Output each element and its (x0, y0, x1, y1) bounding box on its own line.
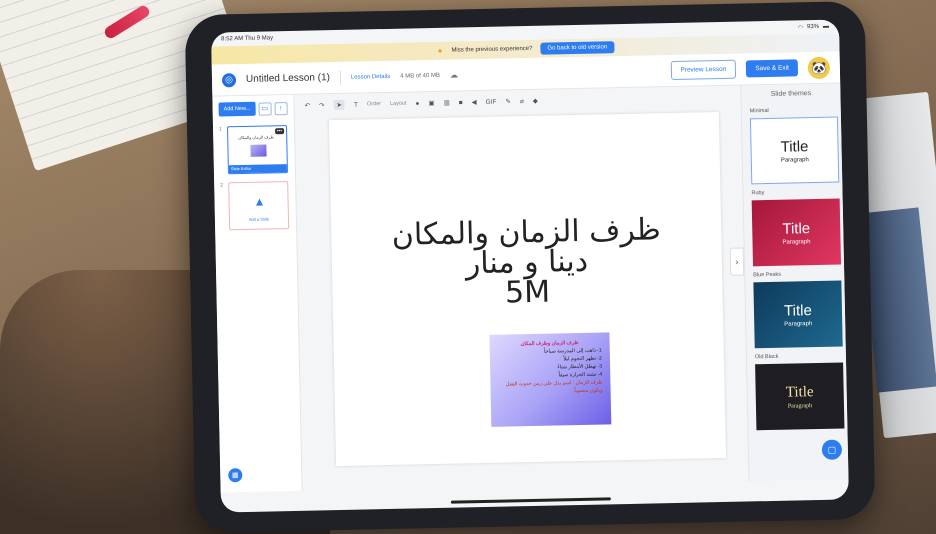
highlighter-icon[interactable]: ⌀ (520, 97, 524, 105)
theme-ruby[interactable]: Title Paragraph (751, 198, 842, 267)
slides-sidebar: Add New... ▭ ↑ 1 ظرف الزمان والمكان ••• … (212, 94, 303, 493)
save-exit-button[interactable]: Save & Exit (746, 59, 799, 78)
more-icon[interactable]: ••• (274, 128, 285, 135)
add-slide-icon: ▲ (253, 194, 266, 209)
shape-icon[interactable]: ● (415, 100, 419, 107)
battery-icon: ▬ (822, 23, 830, 30)
video-icon[interactable]: ■ (459, 99, 463, 106)
avatar[interactable]: 🐼 (807, 56, 831, 79)
chart-icon[interactable]: ▥ (443, 99, 449, 107)
slide-canvas[interactable]: ظرف الزمان والمكان دينا و منار 5M ظرف ال… (328, 112, 727, 467)
pen-icon[interactable]: ✎ (505, 97, 511, 105)
themes-panel: Slide themes Minimal Title Paragraph Rub… (740, 83, 849, 482)
slide-title[interactable]: ظرف الزمان والمكان دينا و منار 5M (331, 212, 723, 312)
add-new-button[interactable]: Add New... (218, 101, 256, 117)
storage-usage: 4 MB of 40 MB (400, 72, 441, 80)
lesson-details-link[interactable]: Lesson Details (351, 73, 390, 80)
lightbulb-icon: ✦ (436, 46, 444, 56)
status-time: 8:52 AM Thu 9 May (221, 35, 274, 43)
editor-area: ↶ ↷ ➤ T Order Layout ● ▣ ▥ ■ ◀ GIF ✎ ⌀ ◆ (294, 86, 748, 491)
slide-item[interactable]: 1 ظرف الزمان والمكان ••• Slide Editor (219, 125, 289, 175)
eraser-icon[interactable]: ◆ (533, 97, 538, 105)
tablet: 8:52 AM Thu 9 May ◠ 93% ▬ ✦ Miss the pre… (184, 0, 876, 534)
gif-button[interactable]: GIF (486, 98, 497, 105)
cloud-icon: ☁ (449, 70, 459, 80)
add-slide-thumbnail[interactable]: ▲ Add a Slide (228, 181, 290, 231)
screen: 8:52 AM Thu 9 May ◠ 93% ▬ ✦ Miss the pre… (211, 19, 849, 513)
import-icon[interactable]: ▭ (258, 101, 272, 116)
theme-old-black[interactable]: Title Paragraph (755, 362, 845, 431)
wifi-icon: ◠ (797, 24, 804, 31)
theme-blue-peaks[interactable]: Title Paragraph (753, 280, 843, 349)
preview-lesson-button[interactable]: Preview Lesson (670, 59, 737, 81)
theme-minimal[interactable]: Title Paragraph (749, 116, 840, 185)
slide-image[interactable]: ظرف الزمان وظرف المكان 1- ذاهب إلى المدر… (489, 332, 612, 427)
undo-icon[interactable]: ↶ (304, 102, 311, 110)
old-version-button[interactable]: Go back to old version (540, 41, 615, 55)
add-slide-item[interactable]: 2 ▲ Add a Slide (220, 181, 290, 231)
text-tool-icon[interactable]: T (354, 101, 358, 108)
lesson-title[interactable]: Untitled Lesson (1) (246, 72, 330, 85)
redo-icon[interactable]: ↷ (319, 101, 325, 109)
audio-icon[interactable]: ◀ (472, 98, 477, 106)
slide-caption: Slide Editor (228, 164, 287, 174)
notice-text: Miss the previous experience? (451, 45, 533, 54)
battery-level: 93% (806, 23, 820, 31)
themes-panel-title: Slide themes (770, 90, 812, 98)
home-indicator (450, 497, 611, 504)
order-dropdown[interactable]: Order (367, 101, 381, 107)
chat-icon[interactable]: ▢ (821, 439, 843, 460)
collapse-panel-button[interactable]: › (729, 247, 745, 276)
slide-thumbnail[interactable]: ظرف الزمان والمكان ••• Slide Editor (226, 125, 288, 175)
app-logo-icon[interactable]: ◎ (221, 72, 237, 87)
grid-view-icon[interactable]: ▦ (228, 468, 243, 483)
upload-icon[interactable]: ↑ (274, 101, 288, 115)
select-tool-icon[interactable]: ➤ (333, 99, 346, 111)
layout-dropdown[interactable]: Layout (390, 101, 407, 107)
image-icon[interactable]: ▣ (428, 99, 434, 107)
